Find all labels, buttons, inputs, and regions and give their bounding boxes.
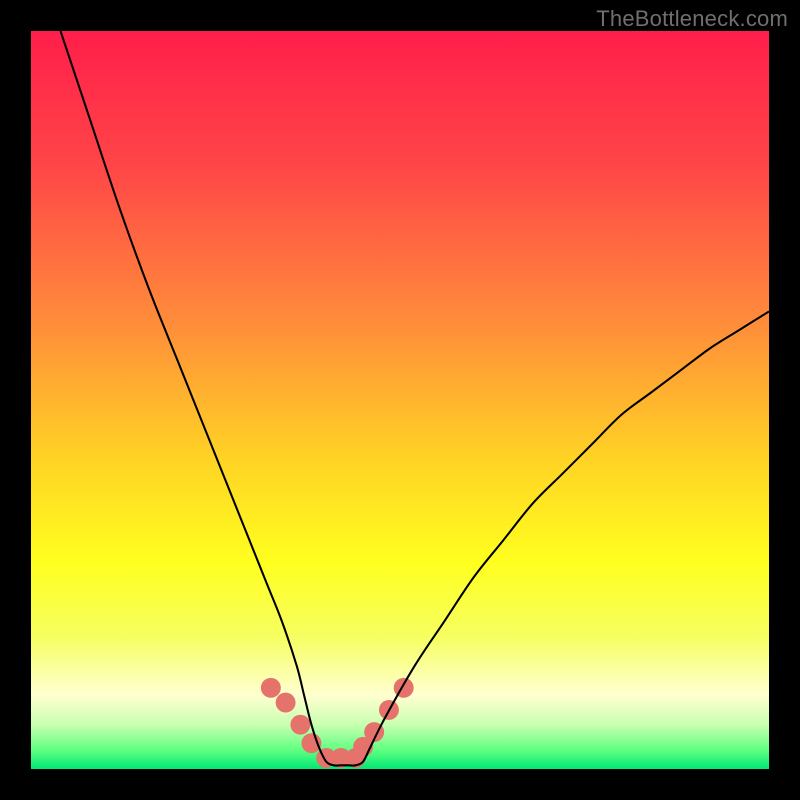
highlight-markers [261, 678, 414, 768]
highlight-marker [261, 678, 281, 698]
chart-frame: TheBottleneck.com [0, 0, 800, 800]
highlight-marker [290, 715, 310, 735]
highlight-marker [276, 693, 296, 713]
curve-layer [31, 31, 769, 769]
plot-area [31, 31, 769, 769]
watermark-text: TheBottleneck.com [596, 6, 788, 32]
bottleneck-curve [61, 31, 769, 766]
